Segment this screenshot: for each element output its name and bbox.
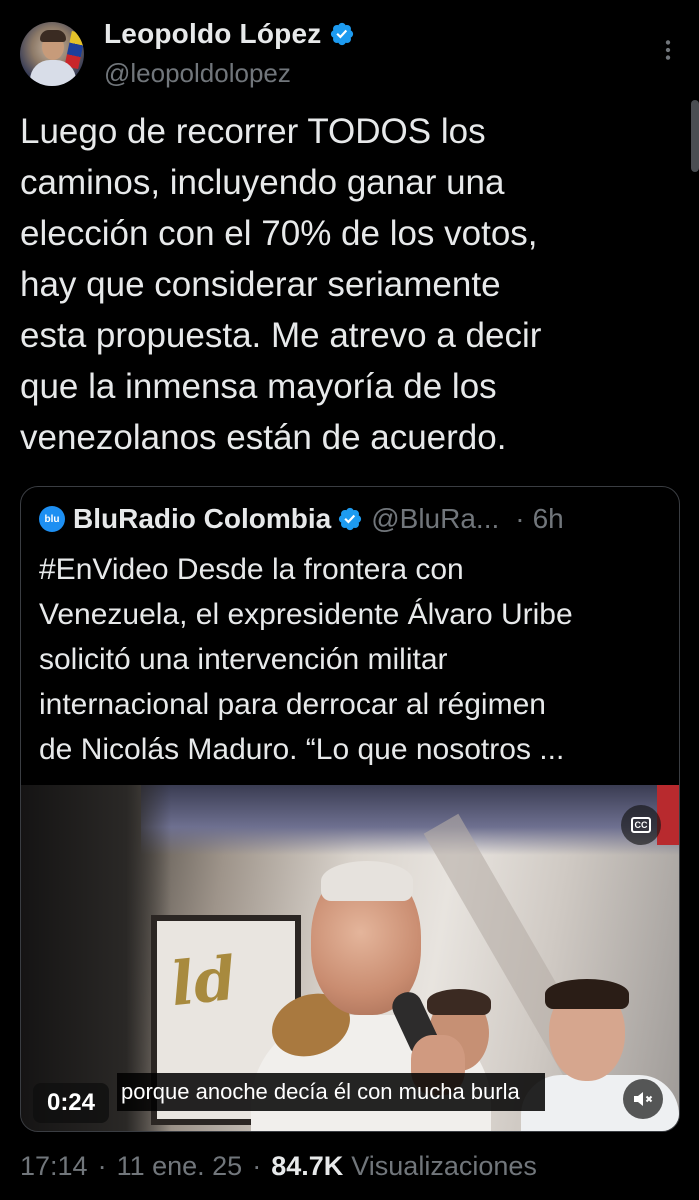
tweet-text: Luego de recorrer TODOS los caminos, inc… [20, 112, 542, 457]
video-player[interactable]: ld CC porque anoche decía él con mucha b… [21, 785, 679, 1131]
closed-captions-button[interactable]: CC [621, 805, 661, 845]
views-label: Visualizaciones [351, 1150, 537, 1181]
person-right-hair [545, 979, 629, 1009]
video-red-accent [657, 785, 679, 845]
quoted-tweet-card[interactable]: blu BluRadio Colombia @BluRa... · 6h #En… [20, 486, 680, 1132]
tweet-date[interactable]: 11 ene. 25 [117, 1151, 243, 1182]
video-duration: 0:24 [33, 1083, 109, 1123]
author-name[interactable]: Leopoldo López [104, 18, 321, 50]
tweet-page: Leopoldo López @leopoldolopez Luego de r… [0, 0, 699, 1200]
video-canopy-shape [141, 785, 679, 855]
tweet-header: Leopoldo López @leopoldolopez [0, 0, 699, 100]
person-middle-hair [427, 989, 491, 1015]
quoted-avatar: blu [39, 506, 65, 532]
quoted-header: blu BluRadio Colombia @BluRa... · 6h [39, 501, 661, 537]
quoted-separator: · [515, 503, 525, 534]
closed-captions-icon: CC [631, 817, 651, 833]
avatar[interactable] [20, 22, 84, 86]
tweet-metadata: 17:14 · 11 ene. 25 · 84.7K Visualizacion… [20, 1148, 537, 1184]
author-handle[interactable]: @leopoldolopez [104, 58, 291, 89]
author-name-row: Leopoldo López [104, 16, 355, 52]
avatar-hair [40, 30, 66, 42]
verified-badge-icon [337, 506, 363, 532]
tweet-time[interactable]: 17:14 [20, 1151, 88, 1182]
speaker-muted-icon [634, 1092, 653, 1106]
avatar-shirt [30, 60, 76, 86]
views-count[interactable]: 84.7K [271, 1151, 343, 1182]
scrollbar-thumb[interactable] [691, 100, 699, 172]
more-options-icon[interactable] [648, 30, 688, 70]
mute-button[interactable] [623, 1079, 663, 1119]
quoted-text: #EnVideo Desde la frontera con Venezuela… [39, 553, 573, 766]
video-subtitle: porque anoche decía él con mucha burla [117, 1073, 545, 1111]
quoted-author-handle: @BluRa... [371, 503, 500, 534]
meta-separator: · [252, 1150, 262, 1181]
quoted-author-name: BluRadio Colombia [73, 503, 332, 534]
verified-badge-icon [329, 21, 355, 47]
speaker-hair [321, 861, 413, 901]
meta-separator: · [97, 1150, 107, 1181]
quoted-timestamp: 6h [532, 503, 564, 534]
video-sign-text: ld [167, 943, 240, 1021]
